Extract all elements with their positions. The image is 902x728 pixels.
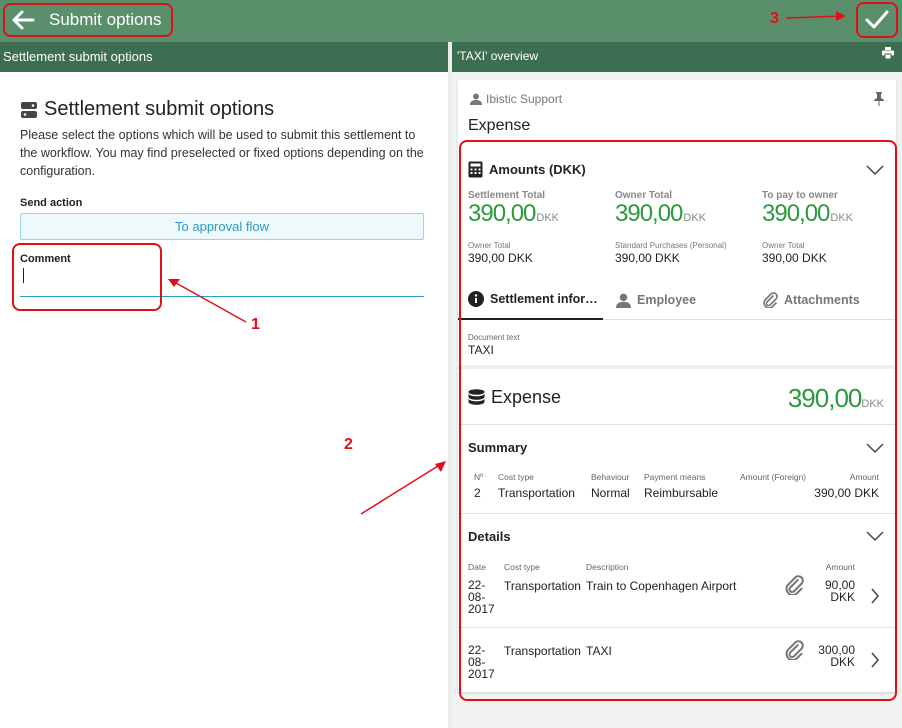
company-row: Ibistic Support	[470, 92, 562, 106]
checkmark-icon	[865, 10, 889, 29]
annotation-number-2: 2	[344, 436, 353, 453]
right-subtitle-bar: 'TAXI' overview	[452, 42, 902, 72]
page-title: Submit options	[49, 10, 162, 29]
server-settings-icon	[21, 101, 37, 118]
annotation-box-1	[12, 243, 162, 311]
section-heading: Settlement submit options	[20, 98, 274, 121]
top-bar: Submit options 3	[0, 0, 902, 42]
annotation-number-3: 3	[770, 10, 779, 27]
annotation-arrow-3	[785, 11, 846, 21]
description-text: Please select the options which will be …	[20, 128, 424, 178]
overview-title: 'TAXI' overview	[457, 49, 539, 63]
expense-header-card: Ibistic Support Expense	[458, 80, 896, 140]
settlement-heading: Settlement submit options	[44, 98, 275, 120]
annotation-number-1: 1	[251, 316, 260, 333]
left-subtitle-bar: Settlement submit options	[0, 42, 448, 72]
confirm-button[interactable]	[856, 2, 898, 38]
send-action-select[interactable]: To approval flow	[20, 213, 424, 240]
annotation-box-2	[459, 140, 897, 701]
print-icon[interactable]	[882, 47, 894, 62]
person-icon	[470, 93, 482, 105]
back-button[interactable]: Submit options	[3, 3, 173, 37]
pin-icon[interactable]	[874, 92, 884, 111]
arrow-left-icon[interactable]	[5, 5, 41, 35]
expense-title: Expense	[468, 117, 531, 134]
left-pane: Settlement submit options Please select …	[0, 72, 448, 728]
company-name: Ibistic Support	[486, 92, 563, 106]
send-action-label: Send action	[20, 197, 83, 209]
